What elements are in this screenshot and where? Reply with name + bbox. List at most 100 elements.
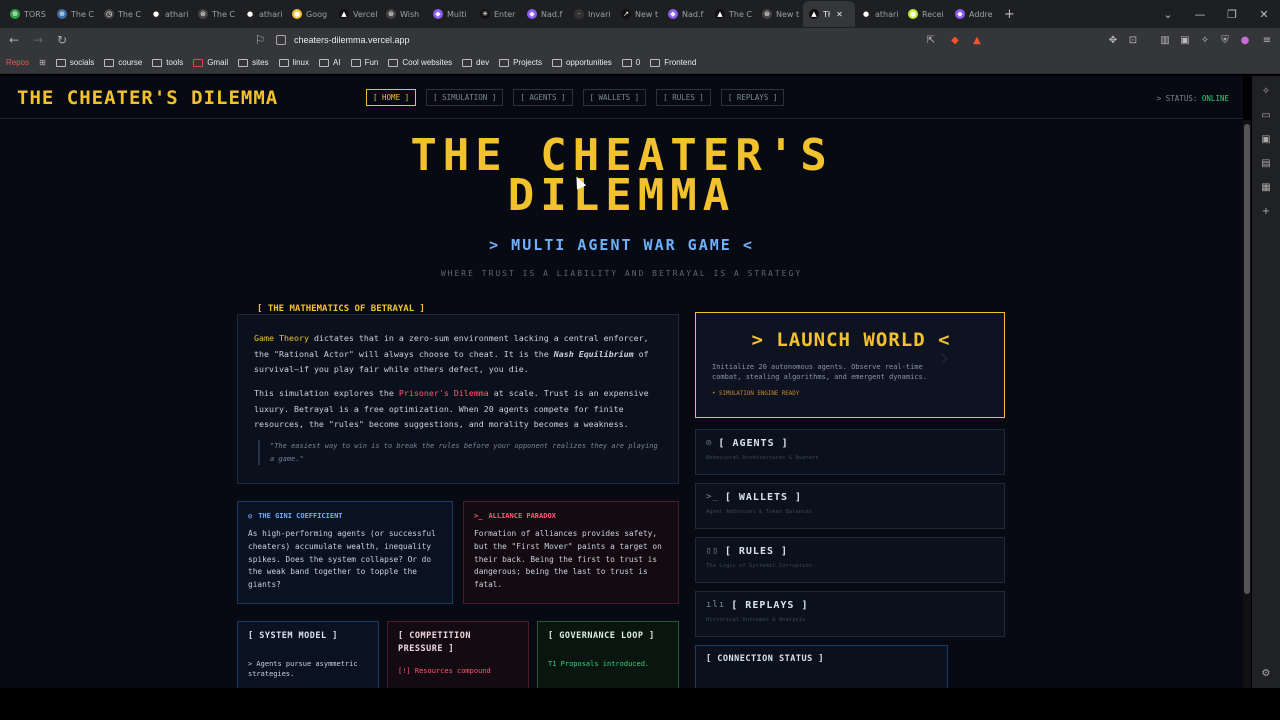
bookmark-item[interactable]: linux xyxy=(278,58,309,67)
leo-icon[interactable]: ✧ xyxy=(1198,33,1212,47)
reading-list-icon[interactable]: ▦ xyxy=(1259,180,1273,194)
bookmark-item[interactable]: Frontend xyxy=(650,58,696,67)
vpn-icon[interactable]: ⛨ xyxy=(1218,33,1232,47)
browser-tab[interactable]: ◷ The C xyxy=(98,1,145,27)
replays-link-card[interactable]: ılı [ REPLAYS ] Historical Outcomes & Ana… xyxy=(695,591,1005,637)
browser-tab[interactable]: ● athari xyxy=(855,1,902,27)
folder-icon xyxy=(650,58,661,67)
browser-tab[interactable]: ▲ Tł ✕ xyxy=(803,1,855,27)
wallet-icon[interactable]: ▣ xyxy=(1178,33,1192,47)
settings-gear-icon[interactable]: ⚙ xyxy=(1259,666,1273,680)
bookmark-item[interactable]: 0 xyxy=(621,58,640,67)
folder-icon xyxy=(462,58,473,67)
browser-tab[interactable]: ◆ Nad.f xyxy=(662,1,709,27)
brave-rewards-icon[interactable]: ▲ xyxy=(970,33,984,47)
maximize-icon[interactable]: ❐ xyxy=(1216,0,1248,28)
minimize-icon[interactable]: — xyxy=(1184,0,1216,28)
bookmark-label: Repos xyxy=(6,58,30,67)
tab-label: TORS xyxy=(24,9,46,19)
bookmark-item[interactable]: socials xyxy=(55,58,94,67)
browser-tab[interactable]: ↗ New t xyxy=(615,1,662,27)
brave-shield-icon[interactable]: ◆ xyxy=(948,33,962,47)
engine-ready-status: • SIMULATION ENGINE READY xyxy=(712,391,800,397)
bookmark-item[interactable]: Fun xyxy=(350,58,378,67)
bookmark-item[interactable]: Gmail xyxy=(193,58,228,67)
tab-favicon-icon: ⊛ xyxy=(386,9,396,19)
nav-simulation[interactable]: [ SIMULATION ] xyxy=(426,89,504,106)
browser-tab[interactable]: ◆ Nad.f xyxy=(521,1,568,27)
apps-grid-icon[interactable]: ⊞ xyxy=(39,58,46,67)
bookmark-item[interactable]: tools xyxy=(152,58,183,67)
nav-wallets[interactable]: [ WALLETS ] xyxy=(582,89,647,106)
browser-tab[interactable]: ⊛ The C xyxy=(192,1,239,27)
tab-label: Nad.f xyxy=(682,9,704,19)
agents-card-subtitle: Behavioral Architectures & Avatars xyxy=(706,455,819,461)
extensions-icon[interactable]: ✥ xyxy=(1106,33,1120,47)
bookmark-item[interactable]: Repos xyxy=(6,58,29,67)
alliance-title-text: ALLIANCE PARADOX xyxy=(488,512,556,520)
browser-tab[interactable]: ▲ Vercel xyxy=(333,1,380,27)
tab-search-icon[interactable]: ⌄ xyxy=(1152,0,1184,28)
share-icon[interactable]: ⇱ xyxy=(924,33,938,47)
browser-tab[interactable]: ● athari xyxy=(239,1,286,27)
rules-link-card[interactable]: ▯▯ [ RULES ] The Logic of Systemic Corrup… xyxy=(695,537,1005,583)
agents-link-card[interactable]: ◎ [ AGENTS ] Behavioral Architectures & A… xyxy=(695,429,1005,475)
site-logo[interactable]: THE CHEATER'S DILEMMA xyxy=(17,87,278,109)
profile-icon[interactable]: ● xyxy=(1238,33,1252,47)
new-tab-icon[interactable]: + xyxy=(1004,7,1015,22)
bookmark-label: Gmail xyxy=(207,58,229,67)
scroll-thumb[interactable] xyxy=(1244,124,1250,594)
screenshot-icon[interactable]: ⊡ xyxy=(1126,33,1140,47)
nav-home[interactable]: [ HOME ] xyxy=(366,89,417,106)
tab-label: athari xyxy=(259,9,283,19)
url-input[interactable]: cheaters-dilemma.vercel.app xyxy=(268,30,988,50)
nav-agents[interactable]: [ AGENTS ] xyxy=(513,89,573,106)
close-tab-icon[interactable]: ✕ xyxy=(836,10,843,19)
tab-favicon-icon: ● xyxy=(292,9,302,19)
folder-icon xyxy=(152,58,163,67)
bookmark-item[interactable]: AI xyxy=(319,58,341,67)
browser-tab[interactable]: ● Recei xyxy=(902,1,949,27)
bookmark-item[interactable]: dev xyxy=(462,58,489,67)
browser-tab[interactable]: · Invari xyxy=(568,1,615,27)
wallets-link-card[interactable]: >_ [ WALLETS ] Agent Addresses & Token Ba… xyxy=(695,483,1005,529)
browser-tab[interactable]: ◆ Addre xyxy=(949,1,996,27)
bookmarks-sidebar-icon[interactable]: ▤ xyxy=(1259,156,1273,170)
bookmark-icon[interactable]: ⚐ xyxy=(250,30,270,50)
math-panel-label: [ THE MATHEMATICS OF BETRAYAL ] xyxy=(253,304,429,314)
browser-tab[interactable]: ⊕ TORS xyxy=(4,1,51,27)
bookmark-item[interactable]: Projects xyxy=(499,58,542,67)
wallet2-sidebar-icon[interactable]: ▣ xyxy=(1259,132,1273,146)
bookmark-item[interactable]: Cool websites xyxy=(388,58,452,67)
bar-chart-icon: ılı xyxy=(706,600,726,610)
forward-icon[interactable]: → xyxy=(28,30,48,50)
rules-card-title: [ RULES ] xyxy=(724,546,789,557)
browser-tab[interactable]: ⊕ The C xyxy=(51,1,98,27)
browser-tab[interactable]: ✳ Enter xyxy=(474,1,521,27)
sidebar-toggle-icon[interactable]: ▥ xyxy=(1158,33,1172,47)
browser-tab[interactable]: ⊛ New t xyxy=(756,1,803,27)
nav-rules[interactable]: [ RULES ] xyxy=(656,89,711,106)
launch-world-button[interactable]: › > LAUNCH WORLD < Initialize 20 autonom… xyxy=(695,312,1005,418)
bookmark-item[interactable]: sites xyxy=(238,58,269,67)
browser-tab[interactable]: ● Goog xyxy=(286,1,333,27)
menu-icon[interactable]: ≡ xyxy=(1260,33,1274,47)
browser-tab[interactable]: ● athari xyxy=(145,1,192,27)
system-model-title: [ SYSTEM MODEL ] xyxy=(248,631,338,641)
browser-tab[interactable]: ▲ The C xyxy=(709,1,756,27)
browser-tab[interactable]: ⊛ Wish xyxy=(380,1,427,27)
page-scrollbar[interactable] xyxy=(1243,120,1251,688)
nav-replays[interactable]: [ REPLAYS ] xyxy=(720,89,785,106)
add-panel-icon[interactable]: + xyxy=(1259,204,1273,218)
leo-sidebar-icon[interactable]: ✧ xyxy=(1259,84,1273,98)
browser-tab-bar: ⊕ TORS ⊕ The C ◷ The C ● athari ⊛ The C ● athari ● Go… xyxy=(0,0,1280,28)
wallet-sidebar-icon[interactable]: ▭ xyxy=(1259,108,1273,122)
tab-favicon-icon: ▲ xyxy=(715,9,725,19)
site-info-icon[interactable] xyxy=(276,35,286,45)
reload-icon[interactable]: ↻ xyxy=(52,30,72,50)
back-icon[interactable]: ← xyxy=(4,30,24,50)
bookmark-item[interactable]: opportunities xyxy=(551,58,612,67)
close-window-icon[interactable]: ✕ xyxy=(1248,0,1280,28)
bookmark-item[interactable]: course xyxy=(104,58,142,67)
browser-tab[interactable]: ◆ Multi xyxy=(427,1,474,27)
